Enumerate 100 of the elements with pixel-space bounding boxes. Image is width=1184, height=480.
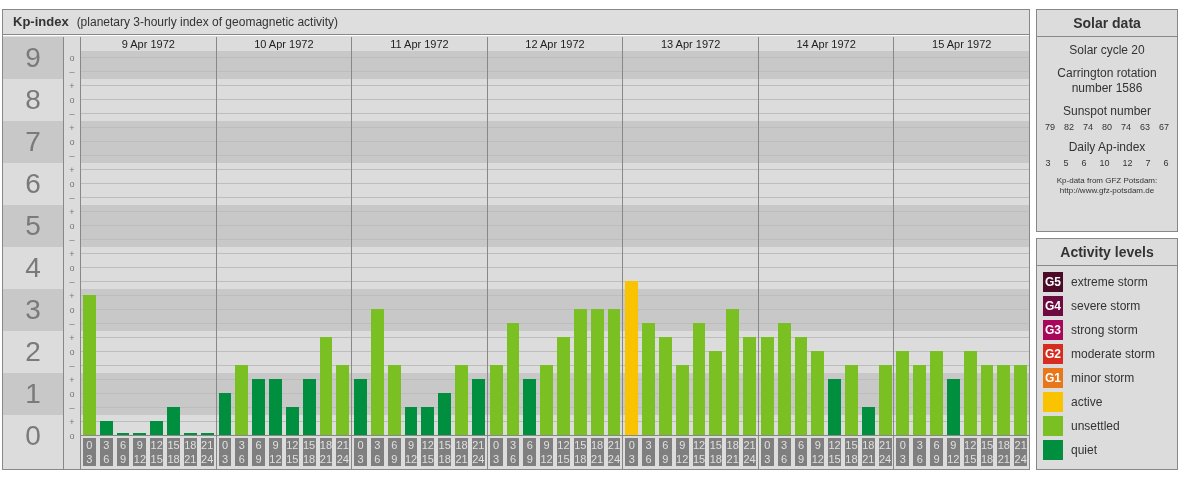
y-minor-label: –	[68, 402, 76, 415]
hour-range-label: 21 24	[607, 438, 621, 466]
hour-range-label: 12 15	[285, 438, 299, 466]
ap-value: 5	[1063, 158, 1069, 168]
y-minor-label: +	[68, 332, 76, 345]
chart-title: Kp-index	[13, 14, 69, 29]
kp-bar	[828, 379, 842, 435]
date-label: 13 Apr 1972	[659, 37, 722, 51]
kp-bar	[421, 406, 435, 435]
panel-title: Activity levels	[1037, 239, 1177, 266]
y-minor-label: –	[68, 108, 76, 121]
hour-range-label: 0 3	[83, 438, 96, 466]
y-axis-label: 3	[3, 289, 63, 331]
ap-value: 6	[1081, 158, 1087, 168]
y-axis-label: 9	[3, 37, 63, 79]
y-minor-label: o	[68, 94, 76, 107]
level-swatch: G3	[1043, 320, 1063, 340]
kp-bar	[523, 379, 537, 435]
hour-range-label: 21 24	[471, 438, 485, 466]
y-minor-label: o	[68, 52, 76, 65]
hour-range-label: 3 6	[506, 438, 520, 466]
y-minor-label: o	[68, 178, 76, 191]
kp-bar	[336, 364, 350, 435]
ap-index-heading: Daily Ap-index	[1068, 140, 1146, 155]
y-minor-label: +	[68, 164, 76, 177]
date-label: 12 Apr 1972	[524, 37, 586, 51]
kp-bar	[269, 379, 282, 435]
kp-bar	[997, 364, 1011, 435]
hour-range-label: 6 9	[116, 438, 130, 466]
hour-range-label: 3 6	[235, 438, 249, 466]
hour-range-label: 15 18	[302, 438, 316, 466]
chart-subtitle: (planetary 3-hourly index of geomagnetic activity)	[76, 15, 339, 29]
hour-range-label: 0 3	[896, 438, 910, 466]
kp-bar	[1014, 364, 1028, 435]
hour-range-label: 12 15	[150, 438, 164, 466]
y-minor-label: –	[68, 150, 76, 163]
hour-range-label: 6 9	[658, 438, 672, 466]
hour-range-label: 6 9	[794, 438, 808, 466]
level-label: minor storm	[1071, 371, 1135, 385]
y-minor-label: +	[68, 416, 76, 429]
hour-range-label: 21 24	[878, 438, 892, 466]
level-label: severe storm	[1071, 299, 1141, 313]
sunspot-value: 80	[1102, 122, 1112, 132]
hour-range-label: 9 12	[811, 438, 825, 466]
ap-value: 12	[1122, 158, 1133, 168]
y-minor-label: o	[68, 346, 76, 359]
sunspot-value: 82	[1063, 122, 1074, 132]
hour-range-label: 3 6	[642, 438, 655, 466]
hour-range-label: 15 18	[438, 438, 452, 466]
kp-bar	[150, 421, 164, 435]
ap-value: 7	[1145, 158, 1151, 168]
kp-bar	[455, 364, 468, 435]
date-label: 11 Apr 1972	[389, 37, 450, 51]
hour-range-label: 9 12	[675, 438, 689, 466]
hour-range-label: 12 15	[828, 438, 842, 466]
level-label: quiet	[1071, 443, 1098, 457]
hour-range-label: 15 18	[167, 438, 180, 466]
hour-range-label: 18 21	[590, 438, 604, 466]
y-minor-label: o	[68, 388, 76, 401]
hour-range-label: 18 21	[183, 438, 197, 466]
hour-range-label: 0 3	[354, 438, 367, 466]
ap-value: 10	[1099, 158, 1110, 168]
date-label: 15 Apr 1972	[931, 37, 993, 51]
hour-range-label: 6 9	[930, 438, 943, 466]
date-label: 10 Apr 1972	[253, 37, 315, 51]
hour-range-label: 9 12	[404, 438, 418, 466]
y-minor-label: –	[68, 66, 76, 79]
level-swatch: G2	[1043, 344, 1063, 364]
hour-range-label: 9 12	[133, 438, 147, 466]
y-minor-label: +	[68, 248, 76, 261]
y-minor-label: +	[68, 206, 76, 219]
kp-bar	[913, 364, 927, 435]
hour-range-label: 3 6	[777, 438, 791, 466]
hour-range-label: 21 24	[200, 438, 214, 466]
sunspot-value: 74	[1121, 122, 1131, 132]
hour-range-label: 0 3	[760, 438, 774, 466]
level-label: moderate storm	[1071, 347, 1156, 361]
kp-bar	[252, 379, 266, 435]
hour-range-label: 9 12	[540, 438, 554, 466]
sunspot-value: 67	[1159, 122, 1170, 132]
kp-bar	[354, 379, 367, 435]
y-minor-label: o	[68, 220, 76, 233]
hour-range-label: 21 24	[1014, 438, 1028, 466]
y-minor-label: –	[68, 318, 76, 331]
level-swatch: G4	[1043, 296, 1063, 316]
hour-range-label: 3 6	[913, 438, 927, 466]
kp-bar	[540, 364, 554, 435]
y-minor-label: o	[68, 136, 76, 149]
kp-bar	[167, 406, 180, 435]
sunspot-value: 79	[1044, 122, 1055, 132]
carrington-rotation-text: Carrington rotation number 1586	[1057, 66, 1157, 96]
hour-range-label: 6 9	[387, 438, 401, 466]
hour-range-label: 12 15	[963, 438, 977, 466]
hour-range-label: 9 12	[946, 438, 960, 466]
ap-value: 6	[1163, 158, 1169, 168]
hour-range-label: 21 24	[336, 438, 350, 466]
hour-range-label: 15 18	[980, 438, 994, 466]
hour-range-label: 3 6	[371, 438, 384, 466]
level-label: active	[1071, 395, 1103, 409]
kp-bar	[438, 393, 452, 435]
